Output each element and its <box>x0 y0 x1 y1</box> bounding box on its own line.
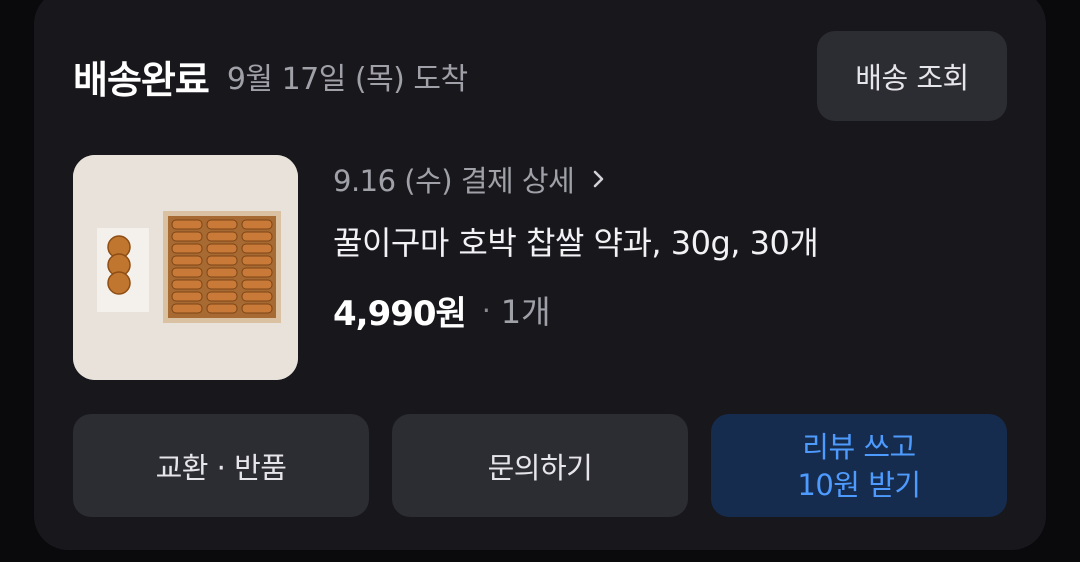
price-row: 4,990원 · 1개 <box>333 281 818 339</box>
product-photo-illustration <box>73 155 298 380</box>
delivery-status: 배송완료 <box>73 57 210 102</box>
write-review-button[interactable]: 리뷰 쓰고 10원 받기 <box>711 414 1007 517</box>
order-detail-label: 9.16 (수) 결제 상세 <box>333 164 575 198</box>
product-quantity: 1개 <box>500 293 551 331</box>
separator-dot: · <box>481 293 491 327</box>
arrival-date: 9월 17일 (목) 도착 <box>226 62 468 97</box>
exchange-return-button[interactable]: 교환 · 반품 <box>73 414 369 517</box>
action-buttons: 교환 · 반품 문의하기 리뷰 쓰고 10원 받기 <box>73 414 1007 517</box>
review-label-line1: 리뷰 쓰고 <box>802 429 916 464</box>
track-delivery-button[interactable]: 배송 조회 <box>817 31 1007 121</box>
product-info: 9.16 (수) 결제 상세 꿀이구마 호박 찹쌀 약과, 30g, 30개 4… <box>333 155 819 339</box>
order-detail-link[interactable]: 9.16 (수) 결제 상세 <box>333 155 818 203</box>
chevron-right-icon <box>593 170 604 188</box>
product-image[interactable] <box>73 155 298 380</box>
product-price: 4,990원 <box>333 293 467 334</box>
product-name[interactable]: 꿀이구마 호박 찹쌀 약과, 30g, 30개 <box>333 213 819 273</box>
inquiry-button[interactable]: 문의하기 <box>392 414 688 517</box>
delivery-header: 배송완료 9월 17일 (목) 도착 <box>73 46 468 106</box>
review-label-line2: 10원 받기 <box>797 467 921 502</box>
